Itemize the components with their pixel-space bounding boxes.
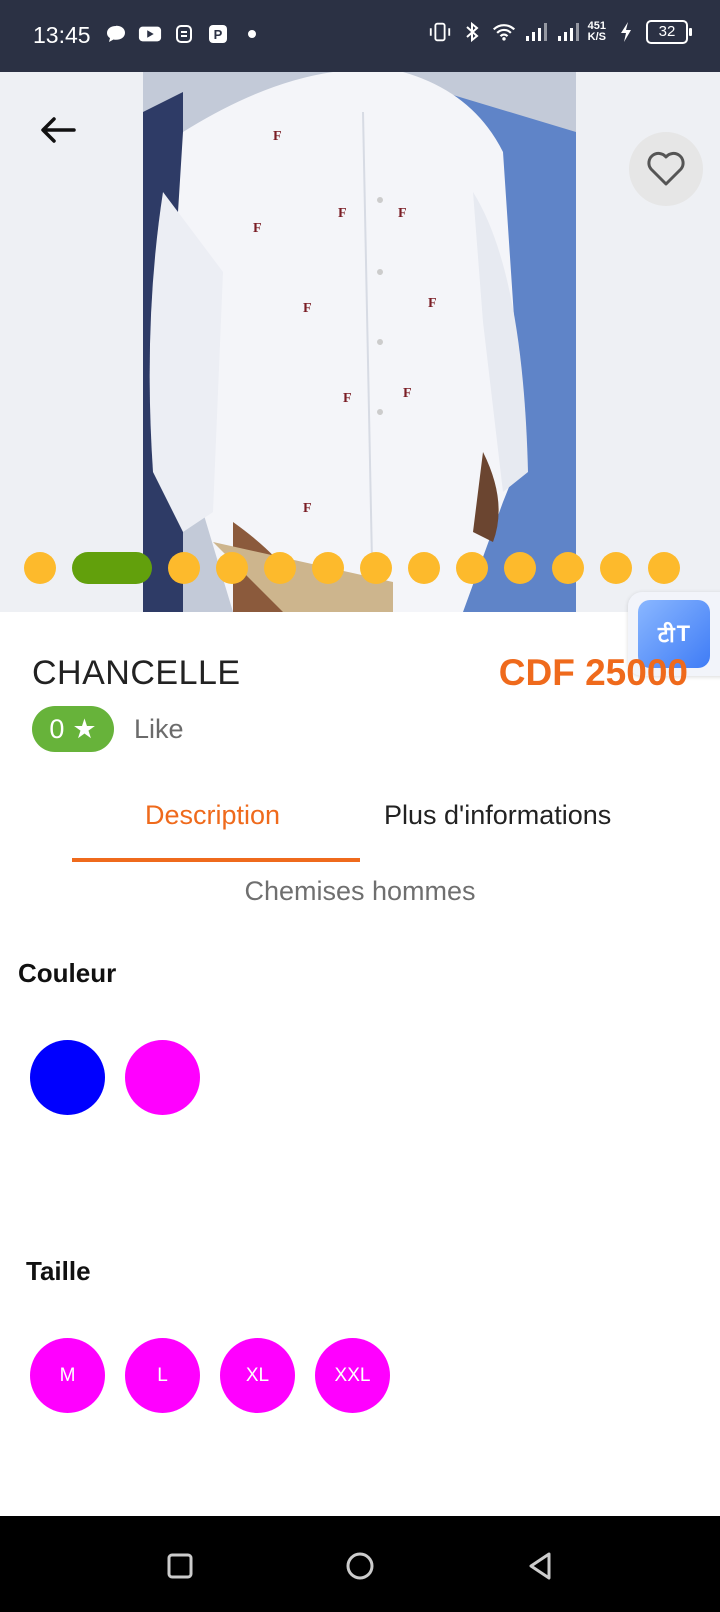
svg-text:F: F (303, 301, 312, 316)
svg-text:F: F (253, 221, 262, 236)
color-section-label: Couleur (18, 958, 117, 988)
net-speed: 451 K/S (588, 21, 606, 43)
carousel-dot[interactable] (264, 552, 296, 584)
circle-icon (346, 1552, 374, 1580)
active-tab-indicator (72, 858, 360, 862)
notification-icons: P (104, 22, 264, 46)
svg-text:F: F (273, 129, 282, 144)
color-swatch-blue[interactable] (30, 1040, 105, 1115)
size-option-xl[interactable]: XL (220, 1338, 295, 1413)
product-category: Chemises hommes (244, 876, 476, 906)
carousel-dot[interactable] (312, 552, 344, 584)
translate-glyph-left: टी (657, 622, 675, 647)
product-name: CHANCELLE (32, 654, 241, 692)
like-button[interactable]: Like (134, 714, 184, 745)
battery-level: 32 (646, 20, 692, 44)
bluetooth-icon (460, 20, 484, 44)
product-price: CDF 25000 (498, 652, 688, 693)
rating-badge: 0 ★ (32, 706, 114, 752)
product-photo: F F F F F F F F F (143, 72, 576, 612)
back-nav-button[interactable] (518, 1544, 562, 1588)
svg-text:F: F (403, 386, 412, 401)
color-swatch-magenta[interactable] (125, 1040, 200, 1115)
chat-bubble-icon (104, 22, 128, 46)
signal-icon (524, 20, 548, 44)
tab-description[interactable]: Description (145, 800, 280, 831)
carousel-dot[interactable] (216, 552, 248, 584)
favorite-button[interactable] (629, 132, 703, 206)
star-icon: ★ (72, 713, 97, 744)
signal-icon-2 (556, 20, 580, 44)
dot-icon (240, 22, 264, 46)
svg-text:F: F (338, 206, 347, 221)
svg-text:F: F (398, 206, 407, 221)
product-image-carousel[interactable]: F F F F F F F F F (0, 72, 720, 612)
size-option-m[interactable]: M (30, 1338, 105, 1413)
carousel-dot[interactable] (408, 552, 440, 584)
carousel-dot[interactable] (552, 552, 584, 584)
carousel-dot[interactable] (648, 552, 680, 584)
system-navigation-bar (0, 1516, 720, 1612)
carousel-dot[interactable] (504, 552, 536, 584)
triangle-back-icon (529, 1552, 551, 1580)
parking-icon: P (206, 22, 230, 46)
svg-text:F: F (303, 501, 312, 516)
carousel-dot[interactable] (168, 552, 200, 584)
youtube-icon (138, 22, 162, 46)
carousel-dot-active[interactable] (72, 552, 152, 584)
home-button[interactable] (338, 1544, 382, 1588)
carousel-dot[interactable] (360, 552, 392, 584)
app-icon (172, 22, 196, 46)
vibrate-icon (428, 20, 452, 44)
svg-text:F: F (428, 296, 437, 311)
heart-icon (647, 151, 685, 186)
size-option-l[interactable]: L (125, 1338, 200, 1413)
tab-more-information[interactable]: Plus d'informations (384, 800, 611, 831)
rating-value: 0 (49, 713, 65, 744)
svg-text:P: P (214, 27, 223, 42)
carousel-dot[interactable] (24, 552, 56, 584)
size-section-label: Taille (26, 1256, 91, 1286)
carousel-dot[interactable] (456, 552, 488, 584)
square-icon (167, 1553, 193, 1579)
size-option-xxl[interactable]: XXL (315, 1338, 390, 1413)
arrow-left-icon (41, 117, 76, 143)
back-button[interactable] (36, 108, 80, 152)
system-icons: 451 K/S 32 (428, 20, 692, 44)
net-speed-unit: K/S (587, 31, 606, 43)
carousel-dot[interactable] (600, 552, 632, 584)
status-bar: 13:45 P 451 K/S 32 (0, 0, 720, 72)
status-time: 13:45 (33, 22, 91, 48)
svg-text:F: F (343, 391, 352, 406)
translate-glyph-right: T (676, 621, 691, 646)
recents-button[interactable] (158, 1544, 202, 1588)
wifi-icon (492, 20, 516, 44)
charging-icon (614, 20, 638, 44)
